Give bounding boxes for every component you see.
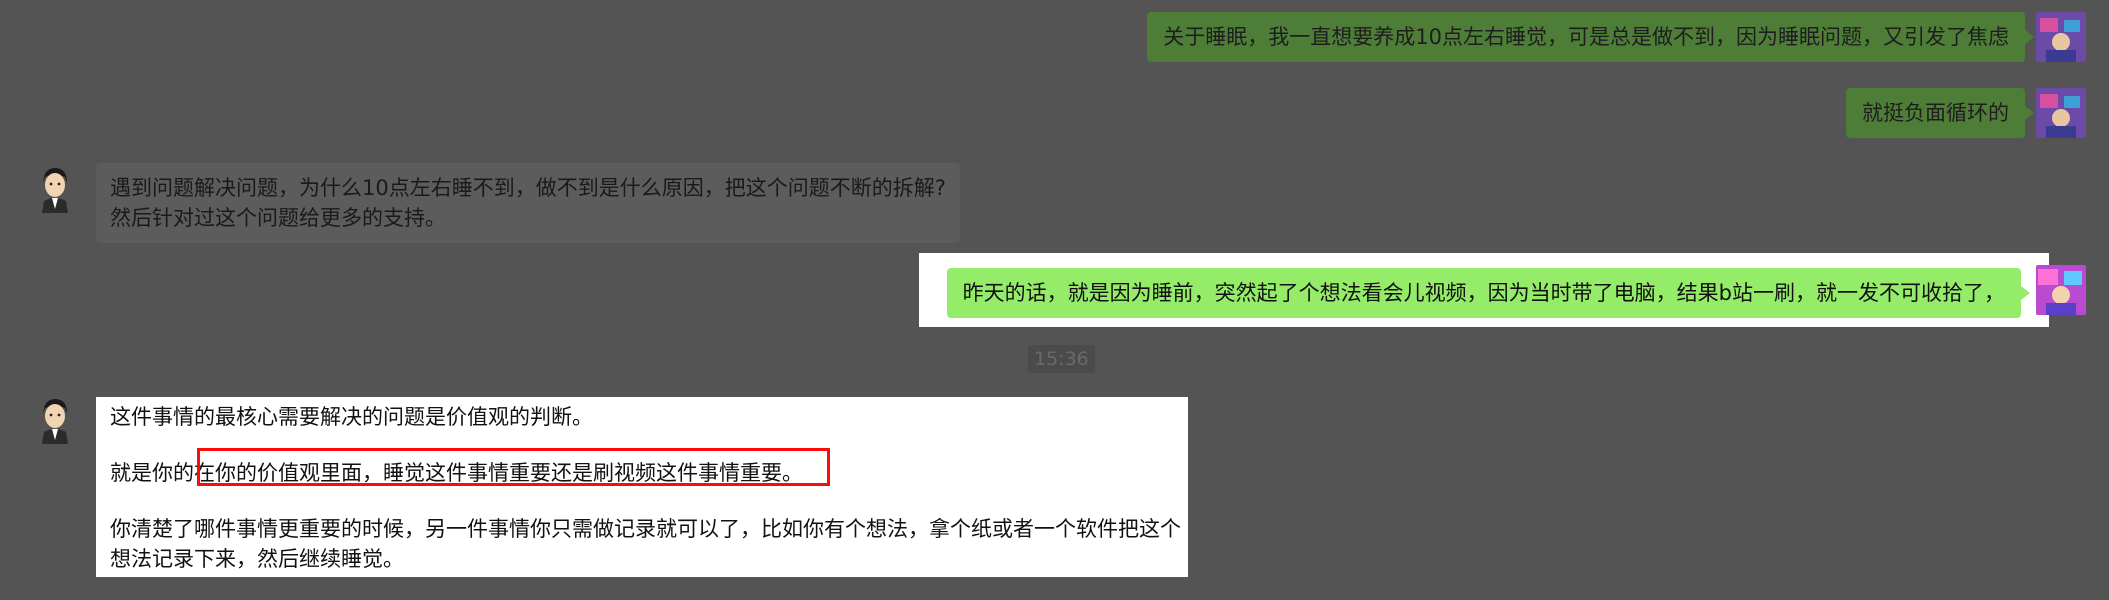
message-bubble-other[interactable]: 这件事情的最核心需要解决的问题是价值观的判断。 就是你的在你的价值观里面，睡觉这… (96, 397, 1188, 577)
message-bubble-self[interactable]: 关于睡眠，我一直想要养成10点左右睡觉，可是总是做不到，因为睡眠问题，又引发了焦… (1147, 12, 2034, 62)
self-avatar-icon[interactable] (2036, 12, 2086, 62)
message-text: 就挺负面循环的 (1862, 101, 2009, 125)
message-paragraph: 这件事情的最核心需要解决的问题是价值观的判断。 (110, 405, 593, 429)
other-avatar-icon[interactable] (30, 163, 80, 213)
self-avatar-icon[interactable] (2036, 265, 2086, 315)
message-line: 遇到问题解决问题，为什么10点左右睡不到，做不到是什么原因，把这个问题不断的拆解… (110, 176, 946, 200)
annotation-box (197, 448, 830, 486)
message-text: 昨天的话，就是因为睡前，突然起了个想法看会儿视频，因为当时带了电脑，结果b站一刷… (962, 281, 2005, 305)
message-text: 关于睡眠，我一直想要养成10点左右睡觉，可是总是做不到，因为睡眠问题，又引发了焦… (1163, 25, 2009, 49)
message-bubble-self[interactable]: 就挺负面循环的 (1846, 88, 2034, 138)
message-bubble-self[interactable]: 昨天的话，就是因为睡前，突然起了个想法看会儿视频，因为当时带了电脑，结果b站一刷… (946, 268, 2031, 318)
message-bubble-other[interactable]: 遇到问题解决问题，为什么10点左右睡不到，做不到是什么原因，把这个问题不断的拆解… (96, 163, 960, 243)
message-paragraph: 想法记录下来，然后继续睡觉。 (110, 547, 404, 571)
message-timestamp: 15:36 (1028, 345, 1095, 373)
self-avatar-icon[interactable] (2036, 88, 2086, 138)
message-line: 然后针对过这个问题给更多的支持。 (110, 206, 446, 230)
other-avatar-icon[interactable] (30, 394, 80, 444)
message-paragraph: 你清楚了哪件事情更重要的时候，另一件事情你只需做记录就可以了，比如你有个想法，拿… (110, 517, 1181, 541)
